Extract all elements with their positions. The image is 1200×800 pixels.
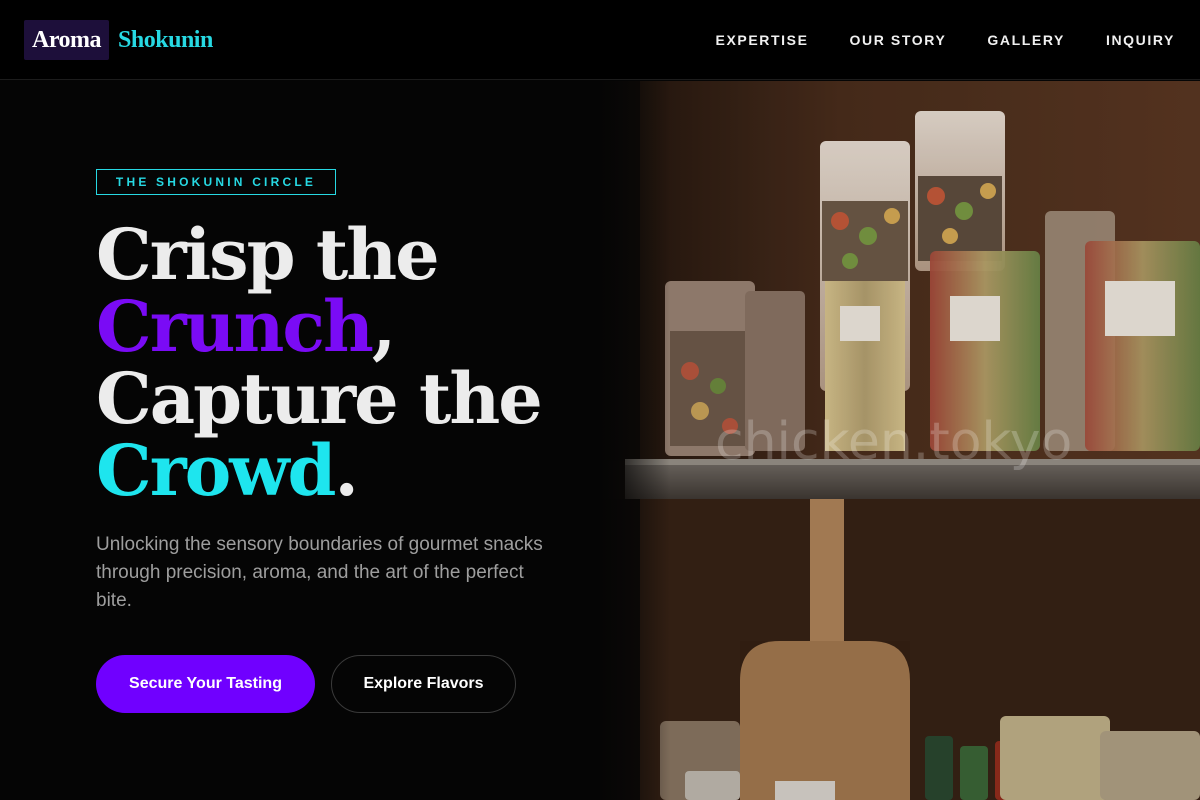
site-header: Aroma Shokunin EXPERTISE OUR STORY GALLE… (0, 0, 1200, 80)
hero-headline: Crisp the Crunch, Capture the Crowd. (96, 219, 596, 507)
logo-mark: Aroma (24, 20, 110, 60)
nav-link-our-story[interactable]: OUR STORY (850, 32, 947, 48)
headline-line-4-rest: . (334, 429, 359, 512)
logo-wordmark: Shokunin (118, 26, 213, 53)
headline-line-2: Crunch, (96, 291, 596, 363)
nav-link-expertise[interactable]: EXPERTISE (716, 32, 809, 48)
headline-line-1: Crisp the (96, 213, 440, 296)
image-watermark: chicken.tokyo (715, 412, 1072, 472)
nav-link-inquiry[interactable]: INQUIRY (1106, 32, 1175, 48)
headline-line-4: Crowd. (96, 435, 596, 507)
main-nav: EXPERTISE OUR STORY GALLERY INQUIRY (675, 0, 1175, 80)
explore-flavors-button[interactable]: Explore Flavors (331, 655, 516, 713)
headline-line-3: Capture the (96, 357, 543, 440)
logo[interactable]: Aroma Shokunin (24, 20, 213, 60)
section-badge: THE SHOKUNIN CIRCLE (96, 169, 336, 195)
headline-highlight-crunch: Crunch (96, 285, 374, 368)
secure-tasting-button[interactable]: Secure Your Tasting (96, 655, 315, 713)
headline-line-2-rest: , (371, 285, 396, 368)
headline-highlight-crowd: Crowd (96, 429, 336, 512)
hero-subtitle: Unlocking the sensory boundaries of gour… (96, 534, 543, 611)
hero-image-pantry-shelves: chicken.tokyo (600, 81, 1200, 800)
nav-link-gallery[interactable]: GALLERY (987, 32, 1065, 48)
hero-image-fade (600, 81, 670, 800)
